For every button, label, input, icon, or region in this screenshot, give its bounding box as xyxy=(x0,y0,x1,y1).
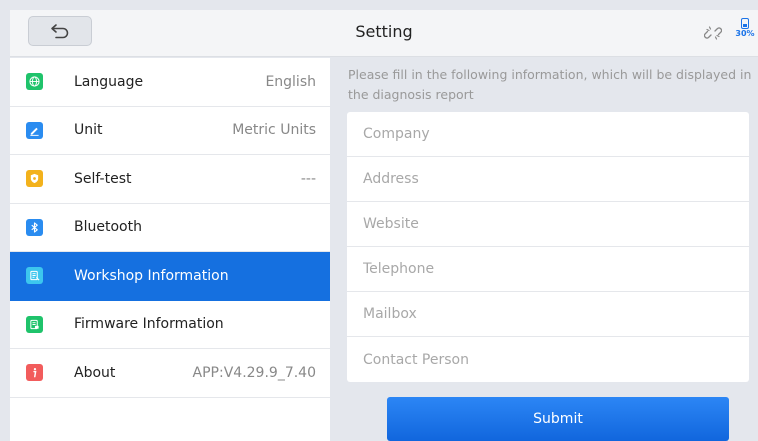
unlink-icon xyxy=(703,24,723,46)
battery-icon: 30% xyxy=(734,18,756,39)
form-hint: Please fill in the following information… xyxy=(348,67,752,102)
firmware-icon xyxy=(26,315,43,333)
workshop-info-panel: Please fill in the following information… xyxy=(330,58,758,441)
sidebar-item-label: Workshop Information xyxy=(74,267,229,284)
sidebar-item-value: --- xyxy=(300,170,316,187)
sidebar-item-label: Unit xyxy=(74,122,103,139)
sidebar-item-label: About xyxy=(74,364,116,381)
form-field xyxy=(347,337,749,382)
sidebar-item-language[interactable]: Language English xyxy=(10,58,330,107)
sidebar-item-value: APP:V4.29.9_7.40 xyxy=(192,364,316,381)
battery-percent: 30% xyxy=(735,29,755,38)
mailbox-input[interactable] xyxy=(347,292,749,336)
bluetooth-icon xyxy=(26,218,43,236)
sidebar-item-label: Bluetooth xyxy=(74,219,142,236)
sidebar-item-unit[interactable]: Unit Metric Units xyxy=(10,107,330,155)
website-input[interactable] xyxy=(347,202,749,246)
form-field xyxy=(347,112,749,157)
document-icon xyxy=(26,267,43,285)
sidebar-item-label: Self-test xyxy=(74,170,132,187)
sidebar-item-firmware-information[interactable]: Firmware Information xyxy=(10,301,330,349)
company-input[interactable] xyxy=(347,112,749,156)
sidebar-item-self-test[interactable]: Self-test --- xyxy=(10,155,330,204)
address-input[interactable] xyxy=(347,157,749,201)
page-title: Setting xyxy=(355,22,413,41)
settings-sidebar: Language English Unit Metric Units Self-… xyxy=(10,58,330,441)
workshop-form xyxy=(347,112,749,382)
sidebar-item-value: English xyxy=(265,73,316,90)
globe-icon xyxy=(26,73,43,91)
form-field xyxy=(347,292,749,337)
telephone-input[interactable] xyxy=(347,247,749,291)
shield-icon xyxy=(26,170,43,188)
contact-person-input[interactable] xyxy=(347,337,749,382)
info-icon xyxy=(26,364,43,382)
form-field xyxy=(347,247,749,292)
sidebar-item-label: Firmware Information xyxy=(74,316,224,333)
sidebar-item-about[interactable]: About APP:V4.29.9_7.40 xyxy=(10,349,330,398)
settings-window: Setting 30% Language English Unit Metric… xyxy=(10,10,758,441)
submit-button[interactable]: Submit xyxy=(387,397,729,441)
sidebar-item-label: Language xyxy=(74,73,144,90)
header-bar: Setting 30% xyxy=(10,10,758,57)
form-field xyxy=(347,157,749,202)
pencil-icon xyxy=(26,121,43,139)
form-field xyxy=(347,202,749,247)
sidebar-item-value: Metric Units xyxy=(232,122,316,139)
sidebar-item-workshop-information[interactable]: Workshop Information xyxy=(10,252,330,301)
sidebar-item-bluetooth[interactable]: Bluetooth xyxy=(10,204,330,252)
